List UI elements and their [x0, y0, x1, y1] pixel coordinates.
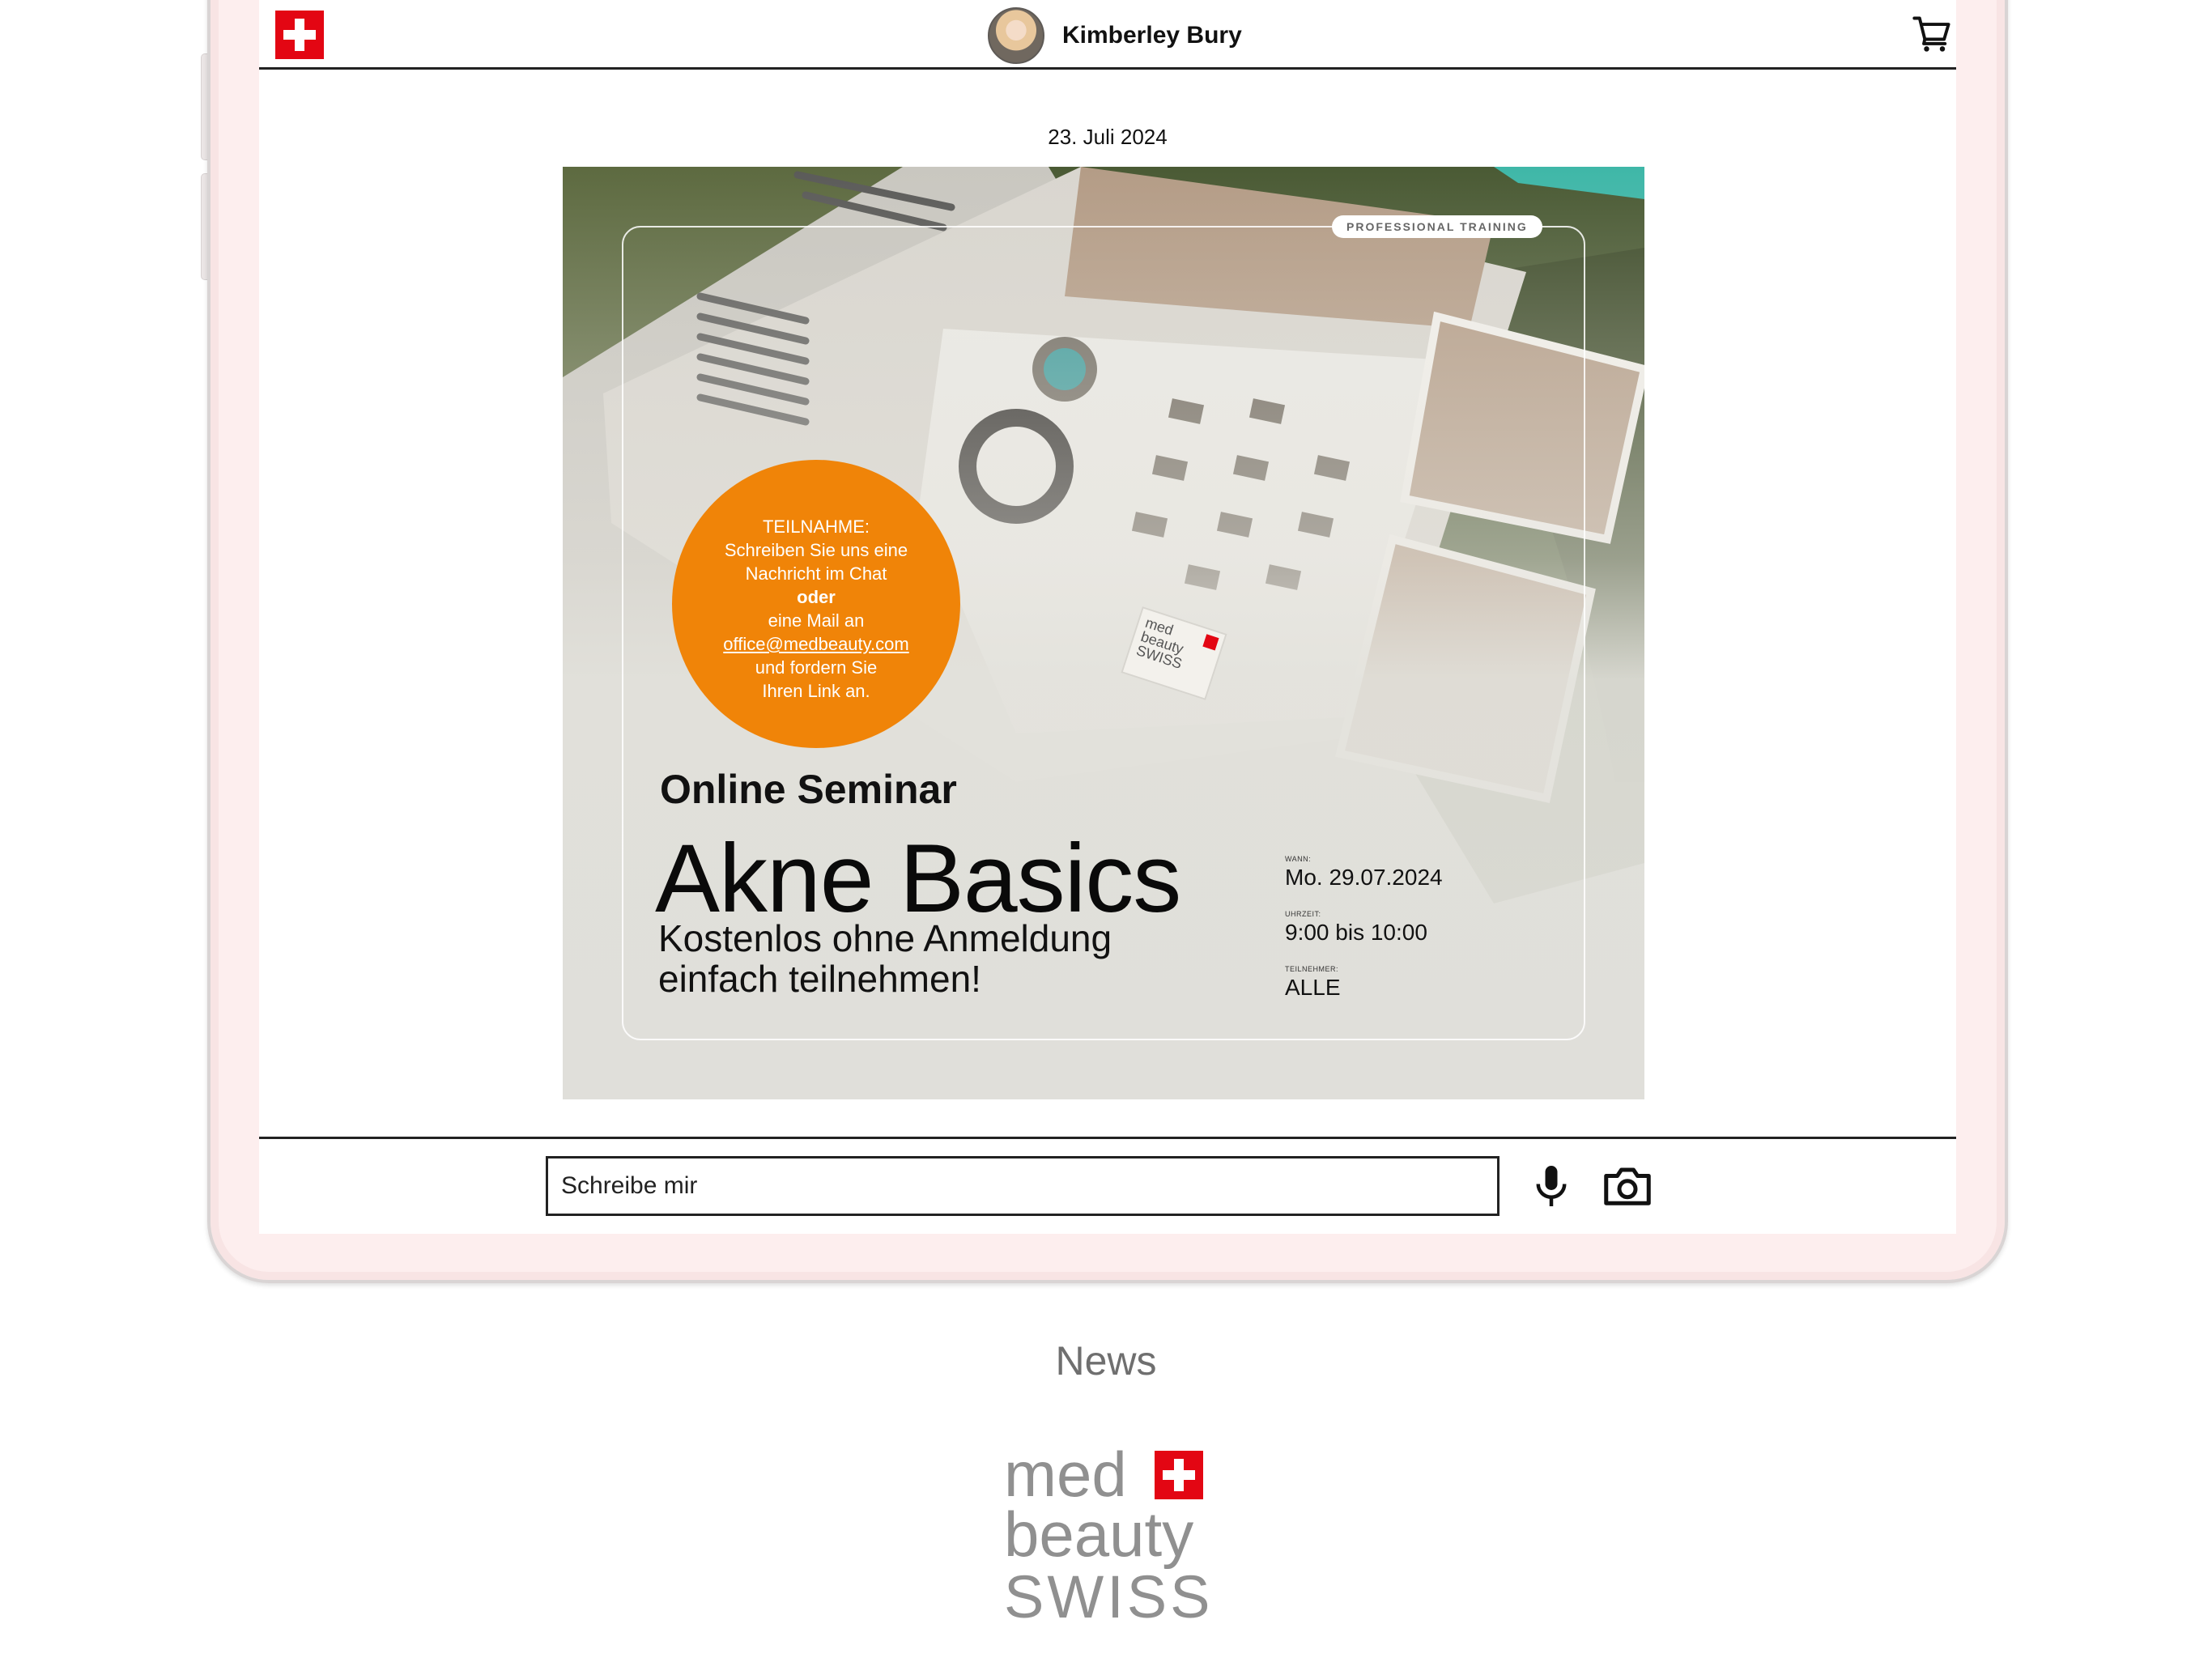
- time-label: UHRZEIT:: [1285, 910, 1321, 918]
- app-screen: Kimberley Bury 23. Juli 2024 PROFESSIONA…: [259, 0, 1956, 1234]
- cart-icon[interactable]: [1911, 13, 1953, 55]
- bubble-text: eine Mail an: [768, 610, 865, 631]
- avatar[interactable]: [988, 7, 1044, 64]
- microphone-icon[interactable]: [1527, 1162, 1576, 1210]
- participation-bubble: TEILNAHME: Schreiben Sie uns eine Nachri…: [672, 460, 960, 748]
- bubble-text: Nachricht im Chat: [745, 563, 887, 584]
- camera-icon[interactable]: [1601, 1162, 1654, 1210]
- bubble-text: und fordern Sie: [755, 657, 878, 678]
- bubble-text: Schreiben Sie uns eine: [724, 540, 908, 560]
- training-badge: PROFESSIONAL TRAINING: [1332, 215, 1542, 238]
- time-value: 9:00 bis 10:00: [1285, 920, 1427, 945]
- message-input[interactable]: [546, 1156, 1499, 1216]
- logo-text-beauty: beauty: [1004, 1499, 1194, 1570]
- seminar-details: WANN: Mo. 29.07.2024 UHRZEIT: 9:00 bis 1…: [1285, 855, 1443, 1020]
- swiss-cross-icon[interactable]: [275, 11, 324, 59]
- bubble-text: TEILNAHME:: [762, 517, 870, 537]
- attendees-label: TEILNEHMER:: [1285, 965, 1339, 973]
- logo-text-swiss: SWISS: [1004, 1563, 1214, 1630]
- when-value: Mo. 29.07.2024: [1285, 865, 1443, 890]
- logo-text-med: med: [1004, 1439, 1127, 1510]
- seminar-flyer-image[interactable]: PROFESSIONAL TRAINING TEILNAHME: Schreib…: [563, 167, 1644, 1099]
- chat-contact[interactable]: Kimberley Bury: [988, 6, 1242, 65]
- seminar-kicker: Online Seminar: [660, 767, 957, 812]
- section-title-news: News: [1055, 1338, 1157, 1384]
- bubble-text: oder: [797, 587, 836, 607]
- subtitle-line: Kostenlos ohne Anmeldung: [658, 917, 1112, 959]
- message-composer: [259, 1137, 1956, 1234]
- subtitle-line: einfach teilnehmen!: [658, 958, 981, 1000]
- bubble-text: Ihren Link an.: [762, 681, 870, 701]
- swiss-cross-icon: [1155, 1451, 1203, 1499]
- chat-header: Kimberley Bury: [259, 0, 1956, 70]
- when-label: WANN:: [1285, 855, 1312, 863]
- message-date: 23. Juli 2024: [1048, 125, 1168, 149]
- brand-logo: med beauty SWISS: [1004, 1443, 1231, 1629]
- contact-name: Kimberley Bury: [1062, 22, 1242, 49]
- attendees-value: ALLE: [1285, 975, 1341, 1000]
- seminar-subtitle: Kostenlos ohne Anmeldung einfach teilneh…: [658, 918, 1112, 999]
- email-link[interactable]: office@medbeauty.com: [672, 632, 960, 656]
